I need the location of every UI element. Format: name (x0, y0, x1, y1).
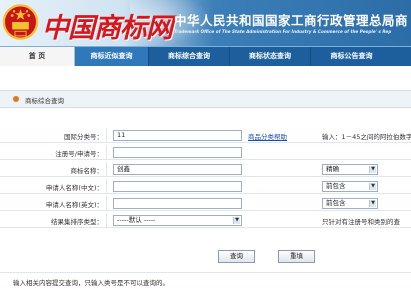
site-header: 中国商标网 中华人民共和国国家工商行政管理总局商 Trademark Offic… (0, 0, 411, 46)
class-help-link[interactable]: 商品分类帮助 (248, 131, 287, 141)
sort-select-value: -----默认 ----- (117, 216, 156, 224)
site-subtitle: Trademark Office of The State Administra… (174, 29, 392, 34)
applicant-cn-match-select[interactable]: 前包含 ▼ (322, 181, 378, 192)
tm-name-label: 商标名称： (70, 167, 104, 175)
applicant-en-input[interactable] (113, 198, 242, 209)
footer-note: 输入相关内容提交查询，只输入类号是不可以查询的。 (13, 279, 169, 287)
nav-comprehensive-search[interactable]: 商标综合查询 (149, 47, 230, 66)
reset-button[interactable]: 重填 (278, 250, 315, 263)
sort-hint: 只针对有注册号和类别的查 (322, 218, 400, 226)
section-title: 商标综合查询 (25, 97, 64, 105)
sort-select[interactable]: -----默认 ----- ▼ (113, 215, 242, 226)
sort-label: 结果集排序类型： (51, 218, 103, 226)
query-button[interactable]: 查询 (218, 250, 255, 263)
applicant-cn-label: 申请人名称(中文)： (45, 184, 103, 192)
chevron-down-icon: ▼ (369, 166, 376, 173)
reg-no-input[interactable] (113, 147, 242, 158)
national-emblem-icon (2, 4, 39, 40)
row-class-no: 国际分类号： 11 商品分类帮助 输入：1－45之间的阿拉伯数字 (0, 128, 411, 143)
class-no-input[interactable]: 11 (113, 130, 242, 141)
applicant-en-match-select[interactable]: 前包含 ▼ (322, 198, 378, 209)
tm-name-input[interactable]: 创鑫 (113, 164, 242, 175)
applicant-en-match-value: 前包含 (326, 199, 346, 207)
chevron-down-icon: ▼ (233, 217, 240, 224)
chevron-down-icon: ▼ (369, 200, 376, 207)
row-reg-no: 注册号/申请号： (0, 145, 411, 160)
divider (0, 272, 411, 273)
nav-status-search[interactable]: 商标状态查询 (230, 47, 311, 66)
applicant-cn-input[interactable] (113, 181, 242, 192)
nav-announcement-search[interactable]: 商标公告查询 (311, 47, 392, 66)
row-applicant-en: 申请人名称(英文)： 前包含 ▼ (0, 196, 411, 211)
tm-name-match-value: 精确 (326, 165, 339, 173)
nav-home[interactable]: 首 页 (0, 47, 75, 66)
nav-similar-search[interactable]: 商标近似查询 (75, 47, 149, 66)
bullet-icon (13, 96, 19, 102)
section-header: 商标综合查询 (0, 90, 411, 108)
applicant-cn-match-value: 前包含 (326, 182, 346, 190)
row-applicant-cn: 申请人名称(中文)： 前包含 ▼ (0, 179, 411, 194)
tm-name-match-select[interactable]: 精确 ▼ (322, 164, 378, 175)
site-logo-text: 中国商标网 (42, 13, 173, 44)
class-no-hint: 输入：1－45之间的阿拉伯数字 (322, 133, 411, 141)
class-no-label: 国际分类号： (64, 133, 103, 141)
applicant-en-label: 申请人名称(英文)： (45, 201, 103, 209)
row-tm-name: 商标名称： 创鑫 精确 ▼ (0, 162, 411, 177)
chevron-down-icon: ▼ (369, 183, 376, 190)
reg-no-label: 注册号/申请号： (55, 150, 103, 158)
site-title: 中华人民共和国国家工商行政管理总局商 (174, 13, 409, 28)
row-sort: 结果集排序类型： -----默认 ----- ▼ 只针对有注册号和类别的查 (0, 213, 411, 228)
main-nav: 首 页 商标近似查询 商标综合查询 商标状态查询 商标公告查询 (0, 46, 411, 66)
